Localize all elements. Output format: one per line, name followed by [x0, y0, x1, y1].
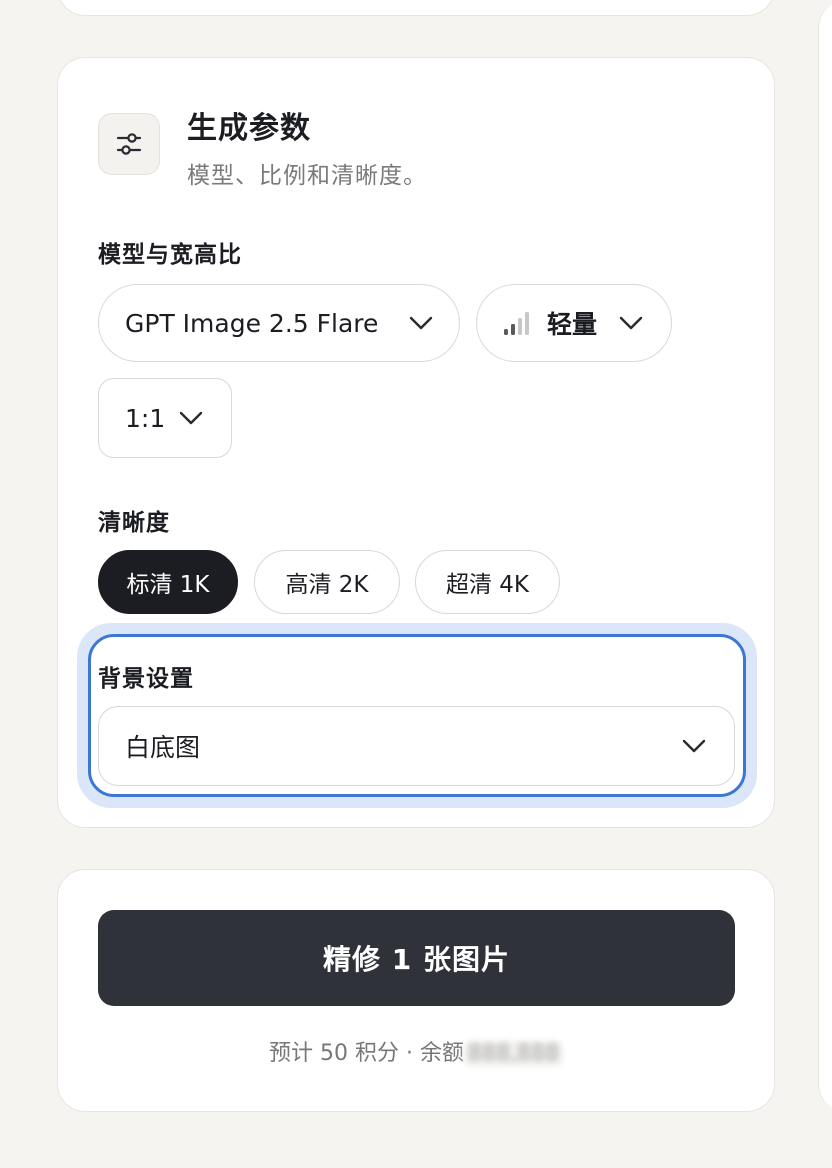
resolution-label: 清晰度: [98, 510, 170, 536]
signal-bars-icon: [503, 311, 531, 335]
aspect-ratio-value: 1:1: [125, 403, 166, 433]
model-select[interactable]: GPT Image 2.5 Flare: [98, 284, 460, 362]
aspect-ratio-select[interactable]: 1:1: [98, 378, 232, 458]
resolution-option-4k[interactable]: 超清 4K: [415, 550, 560, 614]
balance-value: 888,888: [463, 1041, 563, 1066]
model-select-value: GPT Image 2.5 Flare: [125, 308, 379, 338]
background-label: 背景设置: [98, 666, 194, 692]
section-title: 生成参数: [187, 111, 311, 146]
background-select-value: 白底图: [125, 733, 201, 762]
quality-select-value: 轻量: [547, 310, 598, 339]
adjacent-panel-edge: [818, 0, 832, 1112]
chevron-down-icon: [179, 411, 203, 425]
model-ratio-label: 模型与宽高比: [98, 242, 242, 268]
previous-card: [57, 0, 775, 16]
resolution-option-2k[interactable]: 高清 2K: [254, 550, 400, 614]
cost-text: 预计 50 积分 · 余额: [269, 1041, 464, 1066]
chevron-down-icon: [409, 316, 433, 330]
cost-summary: 预计 50 积分 · 余额 888,888: [0, 1035, 832, 1067]
quality-select[interactable]: 轻量: [476, 284, 672, 362]
refine-images-button[interactable]: 精修 1 张图片: [98, 910, 735, 1006]
resolution-option-1k[interactable]: 标清 1K: [98, 550, 238, 614]
chevron-down-icon: [682, 739, 706, 753]
background-select[interactable]: 白底图: [98, 706, 735, 786]
section-subtitle: 模型、比例和清晰度。: [187, 163, 427, 189]
chevron-down-icon: [619, 316, 643, 330]
sliders-icon: [98, 113, 160, 175]
